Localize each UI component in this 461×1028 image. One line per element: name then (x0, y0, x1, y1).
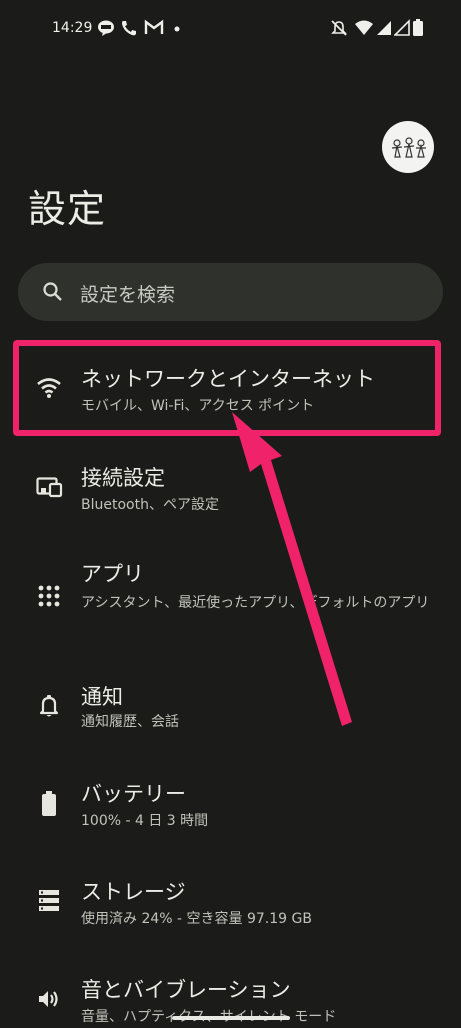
annotation-arrow (232, 412, 352, 726)
arrow-shape (232, 412, 352, 726)
home-indicator[interactable] (172, 1016, 290, 1020)
